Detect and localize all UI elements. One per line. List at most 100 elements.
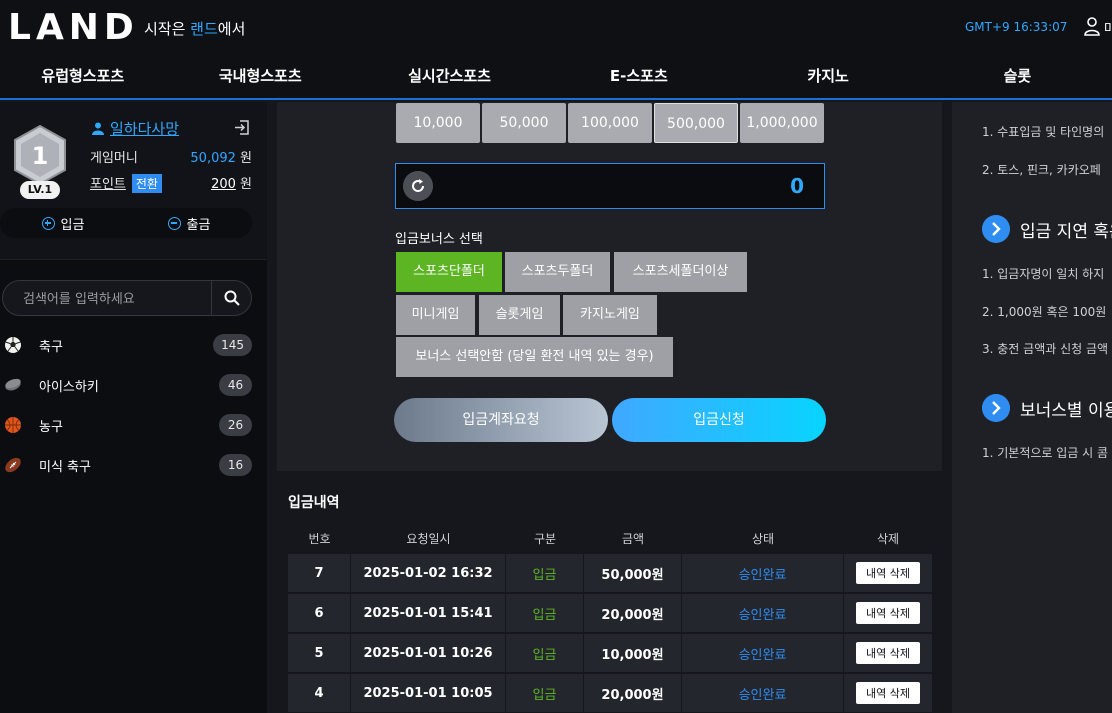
user-icon[interactable] <box>1084 16 1102 36</box>
row-no: 6 <box>288 594 351 632</box>
notice-line: 1. 입금자명이 일치 하지 <box>982 267 1105 281</box>
point-label[interactable]: 포인트 <box>90 177 126 192</box>
point-value: 200 <box>211 177 236 192</box>
row-action: 내역 삭제 <box>844 634 932 672</box>
row-action: 내역 삭제 <box>844 554 932 592</box>
point-row: 포인트 전환 200 원 <box>90 173 252 193</box>
bonus-sports-single[interactable]: 스포츠단폴더 <box>396 252 502 292</box>
sport-name: 아이스하키 <box>39 379 99 395</box>
history-table: 번호 요청일시 구분 금액 상태 삭제 7 2025-01-02 16:32 입… <box>288 522 932 713</box>
bonus-sports-triple[interactable]: 스포츠세폴더이상 <box>614 252 747 292</box>
logout-icon[interactable] <box>234 120 250 135</box>
money-actions: 입금 출금 <box>0 208 252 238</box>
withdraw-label: 출금 <box>186 217 211 233</box>
table-row: 7 2025-01-02 16:32 입금 50,000원 승인완료 내역 삭제 <box>288 554 932 592</box>
notice-heading-text: 입금 지연 혹은 <box>1020 221 1112 242</box>
sport-item-basketball[interactable]: 농구 26 <box>0 405 267 445</box>
level-badge-icon: 1 <box>14 124 66 186</box>
point-unit: 원 <box>235 177 252 192</box>
chevron-right-icon <box>982 215 1010 243</box>
deposit-label: 입금 <box>60 217 85 233</box>
delete-history-button[interactable]: 내역 삭제 <box>856 642 920 664</box>
left-sidebar: 1 LV.1 일하다사망 게임머니 50,092 원 포인트 전환 200 원 입… <box>0 102 267 713</box>
col-no: 번호 <box>308 531 331 546</box>
row-no: 5 <box>288 634 351 672</box>
basketball-icon <box>5 417 21 433</box>
amount-buttons: 10,000 50,000 100,000 500,000 1,000,000 <box>396 103 824 143</box>
row-kind: 입금 <box>506 594 584 632</box>
row-status: 승인완료 <box>682 674 844 712</box>
search-input[interactable] <box>23 289 203 309</box>
row-kind: 입금 <box>506 554 584 592</box>
sport-item-soccer[interactable]: 축구 145 <box>0 325 267 365</box>
deposit-form: 10,000 50,000 100,000 500,000 1,000,000 … <box>277 102 942 471</box>
amount-button-1000000[interactable]: 1,000,000 <box>740 103 824 143</box>
search-icon[interactable] <box>224 290 240 306</box>
bonus-sports-double[interactable]: 스포츠두폴더 <box>505 252 610 292</box>
row-status: 승인완료 <box>682 594 844 632</box>
username-row: 일하다사망 <box>92 118 179 139</box>
level-label: LV.1 <box>20 181 60 199</box>
nav-esports[interactable]: E-스포츠 <box>544 55 733 98</box>
nav-european-sports[interactable]: 유럽형스포츠 <box>0 55 166 98</box>
delete-history-button[interactable]: 내역 삭제 <box>856 562 920 584</box>
bonus-slot[interactable]: 슬롯게임 <box>479 295 560 335</box>
col-date: 요청일시 <box>406 531 451 546</box>
table-row: 5 2025-01-01 10:26 입금 10,000원 승인완료 내역 삭제 <box>288 634 932 672</box>
amount-value: 0 <box>790 174 804 198</box>
nav-domestic-sports[interactable]: 국내형스포츠 <box>166 55 355 98</box>
row-kind: 입금 <box>506 634 584 672</box>
deposit-button[interactable]: 입금 <box>0 208 126 238</box>
notice-heading-text: 보너스별 이용 <box>1020 400 1112 421</box>
delete-history-button[interactable]: 내역 삭제 <box>856 602 920 624</box>
game-money-row: 게임머니 50,092 원 <box>90 147 252 166</box>
delete-history-button[interactable]: 내역 삭제 <box>856 682 920 704</box>
nav-live-sports[interactable]: 실시간스포츠 <box>355 55 544 98</box>
sport-name: 농구 <box>39 419 63 435</box>
bonus-minigame[interactable]: 미니게임 <box>396 295 475 335</box>
amount-display[interactable]: 0 <box>395 163 825 209</box>
table-row: 6 2025-01-01 15:41 입금 20,000원 승인완료 내역 삭제 <box>288 594 932 632</box>
sport-count: 145 <box>213 334 252 356</box>
row-action: 내역 삭제 <box>844 674 932 712</box>
bonus-casino[interactable]: 카지노게임 <box>563 295 657 335</box>
amount-button-50000[interactable]: 50,000 <box>482 103 566 143</box>
col-amount: 금액 <box>621 531 645 546</box>
tagline: 시작은 랜드에서 <box>144 18 245 39</box>
row-amount: 50,000원 <box>584 554 682 592</box>
row-no: 4 <box>288 674 351 712</box>
amount-button-10000[interactable]: 10,000 <box>396 103 480 143</box>
withdraw-button[interactable]: 출금 <box>126 208 252 238</box>
row-kind: 입금 <box>506 674 584 712</box>
user-menu-label[interactable]: 마 <box>1104 18 1112 37</box>
game-money-value-wrap: 50,092 원 <box>190 147 252 166</box>
reset-icon[interactable] <box>403 171 433 201</box>
nav-slot[interactable]: 슬롯 <box>923 55 1112 98</box>
bonus-none[interactable]: 보너스 선택안함 (당일 환전 내역 있는 경우) <box>396 337 673 377</box>
table-row: 4 2025-01-01 10:05 입금 20,000원 승인완료 내역 삭제 <box>288 674 932 712</box>
chevron-right-icon <box>982 394 1010 422</box>
amount-button-100000[interactable]: 100,000 <box>568 103 652 143</box>
point-switch-button[interactable]: 전환 <box>131 174 162 193</box>
notice-line: 2. 토스, 핀크, 카카오페 <box>982 163 1101 177</box>
logo[interactable]: LAND <box>8 7 139 48</box>
sport-item-american-football[interactable]: 미식 축구 16 <box>0 445 267 485</box>
notice-line: 1. 기본적으로 입금 시 콤 <box>982 446 1109 460</box>
sport-name: 축구 <box>39 339 63 355</box>
amount-button-500000[interactable]: 500,000 <box>654 103 738 143</box>
notice-heading-delay: 입금 지연 혹은 <box>982 215 1112 243</box>
header: LAND 시작은 랜드에서 GMT+9 16:33:07 마 <box>0 0 1112 55</box>
notice-line: 3. 충전 금액과 신청 금액 <box>982 342 1109 356</box>
username[interactable]: 일하다사망 <box>110 118 179 139</box>
notice-panel: 1. 수표입금 및 타인명의 2. 토스, 핀크, 카카오페 입금 지연 혹은 … <box>952 102 1112 713</box>
request-account-button[interactable]: 입금계좌요청 <box>394 398 608 442</box>
sport-item-icehockey[interactable]: 아이스하키 46 <box>0 365 267 405</box>
row-date: 2025-01-01 10:05 <box>351 674 506 712</box>
sport-count: 26 <box>219 414 252 436</box>
row-date: 2025-01-01 10:26 <box>351 634 506 672</box>
deposit-apply-button[interactable]: 입금신청 <box>612 398 826 442</box>
bonus-label: 입금보너스 선택 <box>395 232 483 247</box>
table-header: 번호 요청일시 구분 금액 상태 삭제 <box>288 522 932 554</box>
nav-casino[interactable]: 카지노 <box>733 55 922 98</box>
row-action: 내역 삭제 <box>844 594 932 632</box>
